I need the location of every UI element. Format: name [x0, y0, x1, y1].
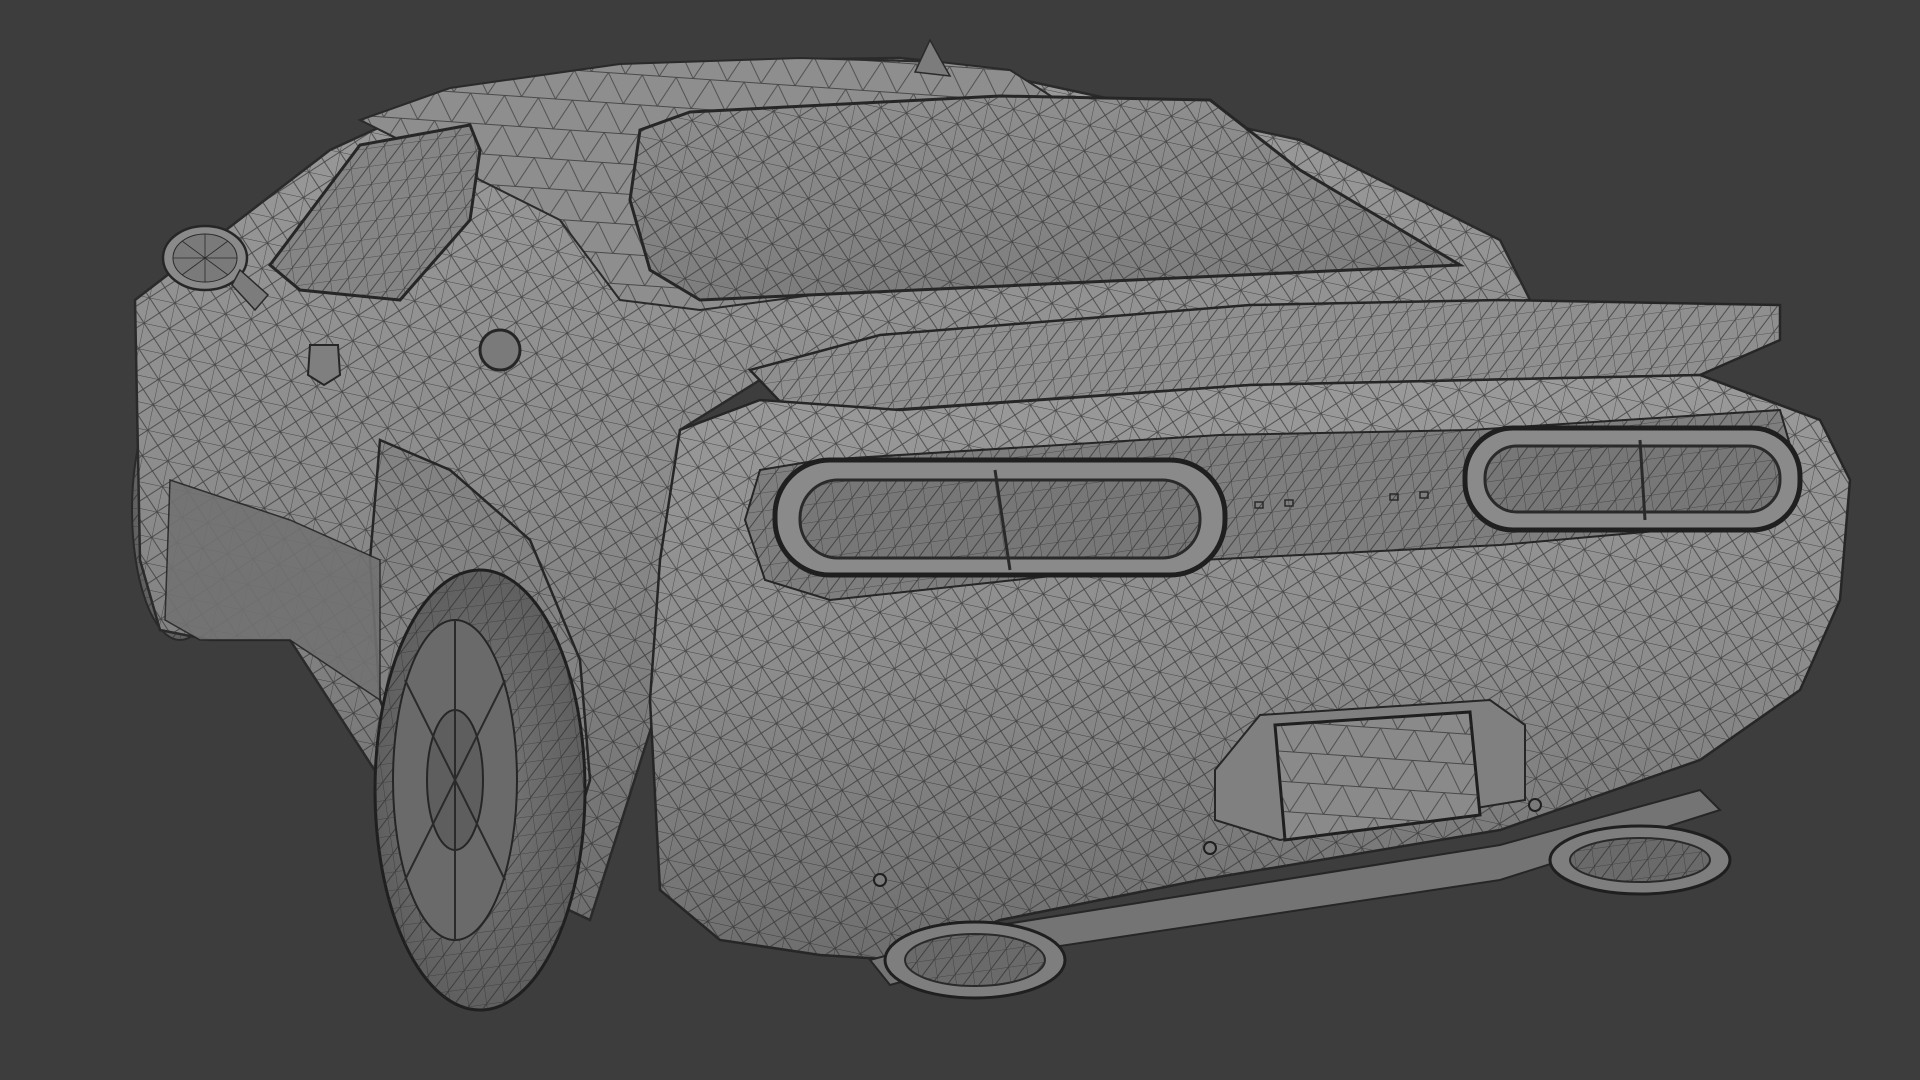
car-wireframe-model[interactable]: [0, 0, 1920, 1080]
antenna: [913, 38, 952, 77]
rear-right-wheel: [373, 568, 587, 1012]
taillight-left: [772, 457, 1228, 578]
rear-window: [628, 94, 1466, 302]
3d-viewport[interactable]: [0, 0, 1920, 1080]
exhaust-right: [1548, 824, 1732, 896]
exhaust-left: [883, 920, 1067, 1000]
taillight-right: [1462, 425, 1803, 533]
fuel-cap: [478, 328, 522, 372]
side-badge: [306, 344, 342, 387]
